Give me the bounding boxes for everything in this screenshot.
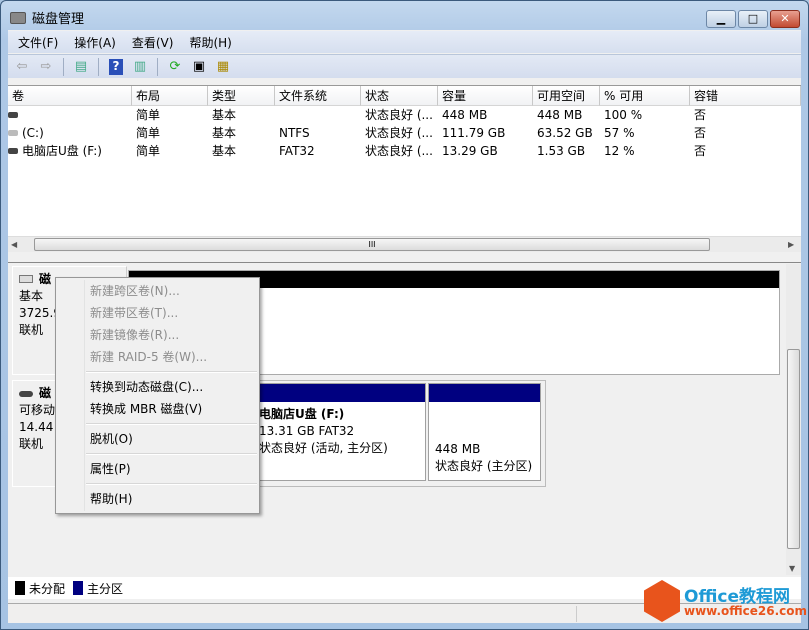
table-cell: NTFS [279,126,310,140]
volume-icon [8,148,18,154]
unallocated-swatch [15,581,25,595]
column-header-free-space[interactable]: 可用空间 [533,86,600,106]
table-cell: 状态良好 (... [365,108,433,122]
context-menu-item[interactable]: 新建跨区卷(N)... [90,280,180,302]
table-row[interactable]: (C:) 简单 基本 NTFS 状态良好 (... 111.79 GB 63.52 GB 57… [8,124,801,142]
table-cell [18,106,22,124]
watermark: Office教程网 www.office26.com [640,578,808,626]
table-cell: 基本 [212,126,237,140]
table-cell: 基本 [212,108,237,122]
table-cell: 否 [694,126,707,140]
table-cell: 基本 [212,144,237,158]
help-icon[interactable]: ? [106,58,126,76]
vertical-scrollbar[interactable]: ▼ [786,264,801,575]
back-icon[interactable]: ⇦ [12,58,32,76]
disk-icon [19,275,33,283]
table-cell: 57 % [604,126,635,140]
menu-separator [86,483,257,485]
table-cell: 111.79 GB [442,126,506,140]
menu-separator [86,371,257,373]
column-header-volume[interactable]: 卷 [8,86,132,106]
disk-settings-icon[interactable]: ▦ [213,58,233,76]
table-cell: 简单 [136,144,161,158]
table-cell: FAT32 [279,144,315,158]
disk-management-icon [10,11,26,24]
legend-unallocated: 未分配 [29,581,66,596]
forward-icon[interactable]: ⇨ [36,58,56,76]
context-menu-item[interactable]: 转换成 MBR 磁盘(V) [90,398,202,420]
watermark-url: www.office26.com [684,604,808,618]
table-cell: 13.29 GB [442,144,498,158]
partition-2-size: 448 MB [435,442,481,456]
table-row[interactable]: 电脑店U盘 (F:) 简单 基本 FAT32 状态良好 (... 13.29 GB 1.53… [8,142,801,160]
partition-f-name: 电脑店U盘 (F:) [259,407,345,421]
context-menu-item[interactable]: 帮助(H) [90,488,132,510]
table-cell: 否 [694,144,707,158]
properties-icon[interactable]: ▣ [189,58,209,76]
scrollbar-thumb[interactable] [787,349,800,549]
context-menu-item[interactable]: 转换到动态磁盘(C)... [90,376,203,398]
context-menu-item[interactable]: 属性(P) [90,458,131,480]
table-cell: 否 [694,108,707,122]
minimize-button[interactable]: ▁ [706,10,736,28]
partition-f-size: 13.31 GB FAT32 [259,424,355,438]
primary-swatch [73,581,84,595]
column-header-percent-free[interactable]: % 可用 [600,86,690,106]
menu-bar: 文件(F) 操作(A) 查看(V) 帮助(H) [8,31,801,53]
table-cell: 100 % [604,108,643,122]
column-header-type[interactable]: 类型 [208,86,275,106]
partition-2-name [435,424,540,441]
table-cell: (C:) [22,126,44,140]
table-cell: 12 % [604,144,635,158]
table-cell: 电脑店U盘 (F:) [22,144,102,158]
context-menu: 新建跨区卷(N)... 新建带区卷(T)... 新建镜像卷(R)... 新建 RAID… [55,277,260,514]
menu-help[interactable]: 帮助(H) [189,34,231,51]
disk-1-name: 磁 [39,386,52,400]
context-menu-item[interactable]: 新建镜像卷(R)... [90,324,179,346]
column-header-status[interactable]: 状态 [361,86,438,106]
table-cell: 63.52 GB [537,126,593,140]
maximize-button[interactable]: □ [738,10,768,28]
table-row[interactable]: 简单 基本 状态良好 (... 448 MB 448 MB 100 % 否 [8,106,801,124]
column-header-filesystem[interactable]: 文件系统 [275,86,361,106]
table-cell: 状态良好 (... [365,126,433,140]
context-menu-item[interactable]: 新建带区卷(T)... [90,302,178,324]
partition-f-status: 状态良好 (活动, 主分区) [259,441,388,455]
table-cell: 简单 [136,108,161,122]
column-header-layout[interactable]: 布局 [132,86,208,106]
refresh-icon[interactable]: ⟳ [165,58,185,76]
menu-view[interactable]: 查看(V) [132,34,174,51]
table-cell: 简单 [136,126,161,140]
menu-file[interactable]: 文件(F) [18,34,58,51]
menu-action[interactable]: 操作(A) [74,34,116,51]
table-cell: 448 MB [442,108,488,122]
volume-icon [8,130,18,136]
column-header-fault-tolerance[interactable]: 容错 [690,86,801,106]
table-cell: 1.53 GB [537,144,586,158]
table-cell: 448 MB [537,108,583,122]
action-pane-icon[interactable]: ▥ [130,58,150,76]
scrollbar-thumb[interactable]: III [34,238,710,251]
column-header-capacity[interactable]: 容量 [438,86,533,106]
menu-separator [86,423,257,425]
partition-2[interactable]: 448 MB 状态良好 (主分区) [428,383,541,481]
partition-2-status: 状态良好 (主分区) [435,459,533,473]
table-cell: 状态良好 (... [365,144,433,158]
title-bar: 磁盘管理 [10,8,84,27]
legend-primary: 主分区 [87,581,124,596]
disk-0-name: 磁 [39,272,52,286]
horizontal-scrollbar[interactable]: ◀ III ▶ [8,236,801,252]
volume-icon [8,112,18,118]
toolbar: ⇦ ⇨ ▤ ? ▥ ⟳ ▣ ▦ [8,54,801,78]
close-button[interactable]: ✕ [770,10,800,28]
removable-disk-icon [19,391,33,397]
menu-separator [86,453,257,455]
context-menu-item[interactable]: 新建 RAID-5 卷(W)... [90,346,207,368]
office-logo-icon [644,580,680,622]
volume-list: 卷 布局 类型 文件系统 状态 容量 可用空间 % 可用 容错 简单 基本 状态良好… [8,85,801,251]
window-title: 磁盘管理 [32,12,85,27]
console-tree-icon[interactable]: ▤ [71,58,91,76]
table-cell [275,106,279,124]
context-menu-item[interactable]: 脱机(O) [90,428,133,450]
